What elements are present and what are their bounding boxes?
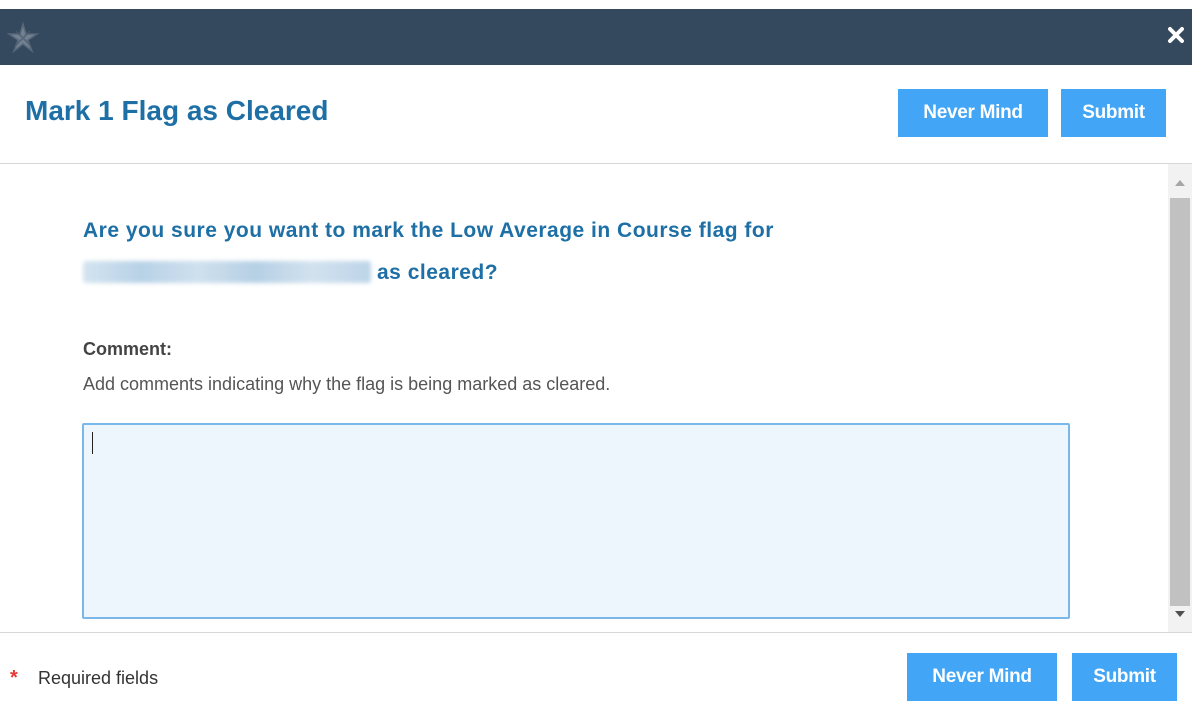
triangle-up-icon[interactable] [1168,164,1192,194]
comment-textarea[interactable] [82,423,1070,619]
blurred-student-name [83,261,371,283]
comment-help-text: Add comments indicating why the flag is … [83,374,611,394]
text-caret [92,432,93,454]
dialog-header: Mark 1 Flag as Cleared Never Mind Submit [0,65,1192,164]
close-icon[interactable] [1166,25,1186,45]
question-prefix: Are you sure you want to mark the Low Av… [83,219,774,242]
header-never-mind-button[interactable]: Never Mind [898,89,1048,137]
triangle-down-icon[interactable] [1168,602,1192,632]
scrollbar-thumb[interactable] [1170,198,1190,606]
star-logo-icon [6,21,40,54]
flag-clear-dialog: Mark 1 Flag as Cleared Never Mind Submit… [0,0,1192,726]
footer-submit-button[interactable]: Submit [1072,653,1177,701]
dialog-topbar [0,9,1192,65]
header-submit-button[interactable]: Submit [1061,89,1166,137]
required-fields-note: Required fields [38,668,159,688]
dialog-footer: * Required fields Never Mind Submit [0,632,1192,726]
footer-never-mind-button[interactable]: Never Mind [907,653,1057,701]
vertical-scrollbar[interactable] [1168,164,1192,632]
dialog-title: Mark 1 Flag as Cleared [25,95,329,126]
dialog-body: Are you sure you want to mark the Low Av… [0,164,1168,632]
confirmation-question: Are you sure you want to mark the Low Av… [83,210,1043,294]
required-asterisk: * [10,667,18,689]
comment-label: Comment: [83,339,172,359]
question-suffix: as cleared? [377,261,499,284]
